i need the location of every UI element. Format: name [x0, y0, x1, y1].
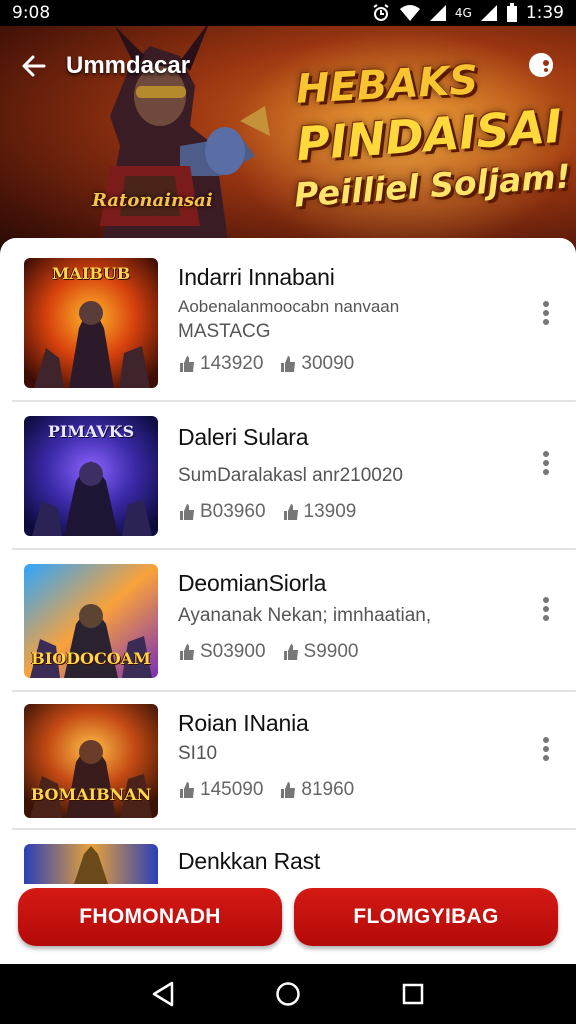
game-info: Denkkan Rast: [178, 848, 320, 875]
game-info: Indarri Innabani Aobenalanmoocabn nanvaa…: [178, 264, 399, 375]
top-app-bar: Ummdacar: [0, 26, 576, 106]
list-item[interactable]: BOMAIBNAN Roian INania SI10 145090 81960: [0, 692, 576, 830]
thumbs-up-icon: [180, 644, 194, 660]
likes-stat: S03900: [178, 641, 266, 663]
game-info: Daleri Sulara SumDaralakasl anr210020 B0…: [178, 424, 403, 523]
game-thumbnail: BOMAIBNAN: [24, 704, 158, 818]
battery-icon: [506, 3, 517, 22]
share-icon: [283, 504, 298, 520]
thumbnail-title: BIODOCOAM: [31, 649, 151, 668]
game-list: MAIBUB Indarri Innabani Aobenalanmoocabn…: [0, 238, 576, 884]
status-clock: 1:39: [525, 3, 564, 23]
game-stats: B03960 13909: [178, 501, 403, 523]
hero-banner: Ratonainsai HEBAKS PINDAISAI Peilliel So…: [0, 26, 576, 256]
nav-recents-button[interactable]: [393, 974, 433, 1014]
game-info: DeomianSiorla Ayananak Nekan; imnhaatian…: [178, 570, 431, 663]
more-options-button[interactable]: [534, 296, 558, 330]
arrow-left-icon: [22, 55, 46, 77]
shares-stat: 13909: [282, 501, 357, 523]
triangle-back-icon: [152, 981, 173, 1007]
right-action-button[interactable]: FLOMGYIBAG: [294, 888, 558, 946]
alarm-icon: [373, 4, 389, 21]
thumbs-up-icon: [180, 782, 194, 798]
thumbs-up-icon: [180, 356, 194, 372]
game-title: Daleri Sulara: [178, 424, 309, 450]
filter-button[interactable]: [524, 48, 558, 82]
game-title: Denkkan Rast: [178, 848, 321, 874]
more-options-button[interactable]: [534, 446, 558, 480]
share-icon: [283, 644, 298, 660]
list-item[interactable]: PIMAVKS Daleri Sulara SumDaralakasl anr2…: [0, 402, 576, 550]
list-item[interactable]: MAIBUB Indarri Innabani Aobenalanmoocabn…: [0, 238, 576, 402]
status-bar: 9:08 4G 1:39: [0, 0, 576, 26]
left-action-button[interactable]: FHOMONADH: [18, 888, 282, 946]
likes-count: 143920: [200, 353, 264, 374]
shares-stat: 81960: [279, 779, 354, 801]
share-icon: [281, 782, 296, 798]
game-tag: MASTACG: [178, 321, 271, 342]
shares-count: 30090: [301, 353, 355, 374]
game-title: DeomianSiorla: [178, 570, 327, 596]
status-time: 9:08: [12, 3, 51, 23]
nav-back-button[interactable]: [143, 974, 183, 1014]
game-title: Indarri Innabani: [178, 264, 335, 290]
likes-count: B03960: [200, 501, 266, 522]
circle-home-icon: [276, 982, 300, 1006]
game-subtitle: Aobenalanmoocabn nanvaan: [178, 297, 400, 316]
likes-count: 145090: [200, 779, 264, 800]
app-screen: 9:08 4G 1:39 Ratonainsai HEBAKS PINDAISA…: [0, 0, 576, 1024]
wifi-icon: [399, 5, 420, 21]
share-icon: [281, 356, 296, 372]
back-button[interactable]: [16, 48, 52, 84]
thumbs-up-icon: [180, 504, 194, 520]
list-item[interactable]: Denkkan Rast: [0, 830, 576, 884]
list-item[interactable]: BIODOCOAM DeomianSiorla Ayananak Nekan; …: [0, 550, 576, 692]
signal-icon: [429, 5, 446, 21]
content-sheet: MAIBUB Indarri Innabani Aobenalanmoocabn…: [0, 238, 576, 964]
likes-stat: 145090: [178, 779, 263, 801]
system-nav-bar: [0, 964, 576, 1024]
page-title: Ummdacar: [66, 52, 191, 79]
likes-stat: 143920: [178, 353, 263, 375]
game-info: Roian INania SI10 145090 81960: [178, 710, 354, 801]
shares-count: S9900: [303, 641, 359, 662]
game-stats: 145090 81960: [178, 779, 354, 801]
game-subtitle: SI10: [178, 743, 218, 764]
shares-stat: S9900: [282, 641, 359, 663]
game-subtitle: Ayananak Nekan; imnhaatian,: [178, 605, 432, 626]
game-stats: 143920 30090: [178, 353, 399, 375]
signal-icon-2: [480, 5, 497, 21]
thumbnail-title: BOMAIBNAN: [30, 785, 152, 804]
nav-home-button[interactable]: [268, 974, 308, 1014]
more-options-button[interactable]: [534, 732, 558, 766]
status-icons: 4G 1:39: [371, 3, 564, 23]
game-thumbnail: [24, 844, 158, 884]
game-thumbnail: PIMAVKS: [24, 416, 158, 536]
more-options-button[interactable]: [534, 592, 558, 626]
likes-count: S03900: [200, 641, 266, 662]
game-stats: S03900 S9900: [178, 641, 431, 663]
square-recents-icon: [403, 983, 424, 1005]
action-bar: FHOMONADH FLOMGYIBAG: [0, 888, 576, 964]
game-title: Roian INania: [178, 710, 309, 736]
game-thumbnail: BIODOCOAM: [24, 564, 158, 678]
game-subtitle: SumDaralakasl anr210020: [178, 465, 403, 486]
thumbnail-title: PIMAVKS: [47, 422, 135, 441]
shares-stat: 30090: [279, 353, 354, 375]
network-type-icon: 4G: [454, 6, 472, 20]
toggle-icon: [529, 53, 553, 77]
shares-count: 81960: [301, 779, 355, 800]
game-thumbnail: MAIBUB: [24, 258, 158, 388]
likes-stat: B03960: [178, 501, 266, 523]
hero-badge-text: Ratonainsai: [92, 190, 213, 211]
thumbnail-title: MAIBUB: [51, 264, 131, 283]
shares-count: 13909: [303, 501, 357, 522]
